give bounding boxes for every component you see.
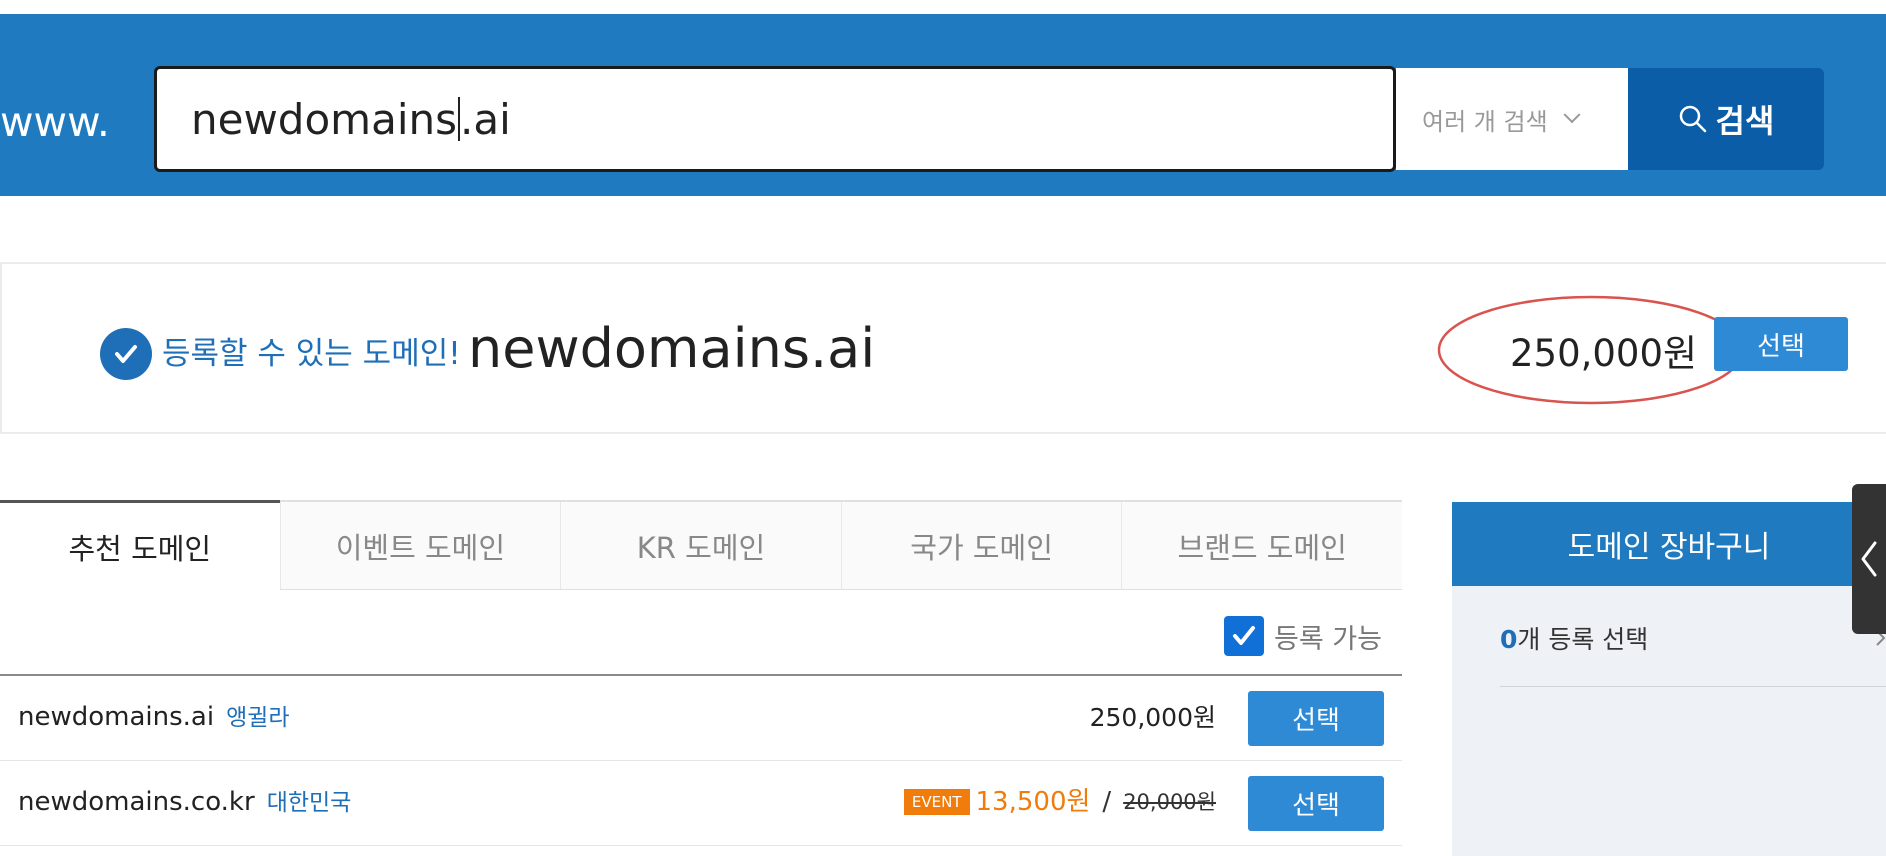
chevron-left-icon <box>1861 541 1877 577</box>
tab-event[interactable]: 이벤트 도메인 <box>279 502 561 590</box>
chevron-down-icon <box>1563 106 1581 124</box>
domain-cart: 도메인 장바구니 0개 등록 선택 <box>1452 502 1886 856</box>
original-price: 20,000원 <box>1123 790 1216 814</box>
tab-kr[interactable]: KR 도메인 <box>560 502 841 590</box>
multi-search-label: 여러 개 검색 <box>1422 107 1548 136</box>
domain-name: newdomains.ai <box>18 702 215 732</box>
event-price: 13,500원 <box>975 787 1091 817</box>
list-item: newdomains.ai 앵귈라 250,000원 선택 <box>0 676 1402 761</box>
multi-search-dropdown[interactable]: 여러 개 검색 <box>1396 68 1628 170</box>
cart-title: 도메인 장바구니 <box>1452 502 1886 586</box>
search-button[interactable]: 검색 <box>1628 68 1824 170</box>
result-domain-name: newdomains.ai <box>468 317 876 380</box>
search-header: www. newdomains .ai 여러 개 검색 검색 <box>0 14 1886 196</box>
domain-name: newdomains.co.kr <box>18 787 255 817</box>
domain-category-tabs: 추천 도메인 이벤트 도메인 KR 도메인 국가 도메인 브랜드 도메인 <box>0 500 1402 590</box>
check-circle-icon <box>100 328 152 380</box>
side-panel-toggle[interactable] <box>1852 484 1886 634</box>
tab-country[interactable]: 국가 도메인 <box>840 502 1122 590</box>
result-price: 250,000원 <box>1510 332 1698 375</box>
available-filter-label: 등록 가능 <box>1274 623 1382 655</box>
event-price-group: EVENT 13,500원 / 20,000원 <box>903 783 1216 821</box>
domain-country: 앵귈라 <box>226 705 290 731</box>
cart-divider <box>1500 686 1886 687</box>
cart-count-label: 개 등록 선택 <box>1517 625 1649 654</box>
search-icon <box>1679 105 1706 133</box>
domain-search-input[interactable]: newdomains .ai <box>154 66 1396 172</box>
domain-select-button[interactable]: 선택 <box>1248 691 1384 746</box>
search-button-label: 검색 <box>1715 102 1775 140</box>
list-item: newdomains.co.kr 대한민국 EVENT 13,500원 / 20,… <box>0 761 1402 846</box>
www-prefix: www. <box>0 98 110 146</box>
domain-country: 대한민국 <box>266 790 352 816</box>
search-result-card: 등록할 수 있는 도메인! newdomains.ai 250,000원 선택 <box>0 262 1886 434</box>
price-separator: / <box>1102 787 1112 817</box>
search-query-part2: .ai <box>460 94 511 144</box>
cart-count-number: 0 <box>1500 625 1518 654</box>
result-select-button[interactable]: 선택 <box>1714 317 1848 371</box>
domain-price: 250,000원 <box>1089 703 1216 732</box>
domain-list: newdomains.ai 앵귈라 250,000원 선택 newdomains.… <box>0 674 1402 846</box>
domain-select-button[interactable]: 선택 <box>1248 776 1384 831</box>
tab-recommended[interactable]: 추천 도메인 <box>0 500 280 590</box>
tab-brand[interactable]: 브랜드 도메인 <box>1121 502 1402 590</box>
available-filter: 등록 가능 <box>1224 616 1382 656</box>
availability-status: 등록할 수 있는 도메인! <box>162 336 461 372</box>
event-badge: EVENT <box>903 789 970 815</box>
available-checkbox[interactable] <box>1224 616 1264 656</box>
checkbox-checked-icon <box>1233 626 1255 645</box>
cart-count: 0개 등록 선택 <box>1500 620 1648 656</box>
search-query-part1: newdomains <box>191 94 457 144</box>
